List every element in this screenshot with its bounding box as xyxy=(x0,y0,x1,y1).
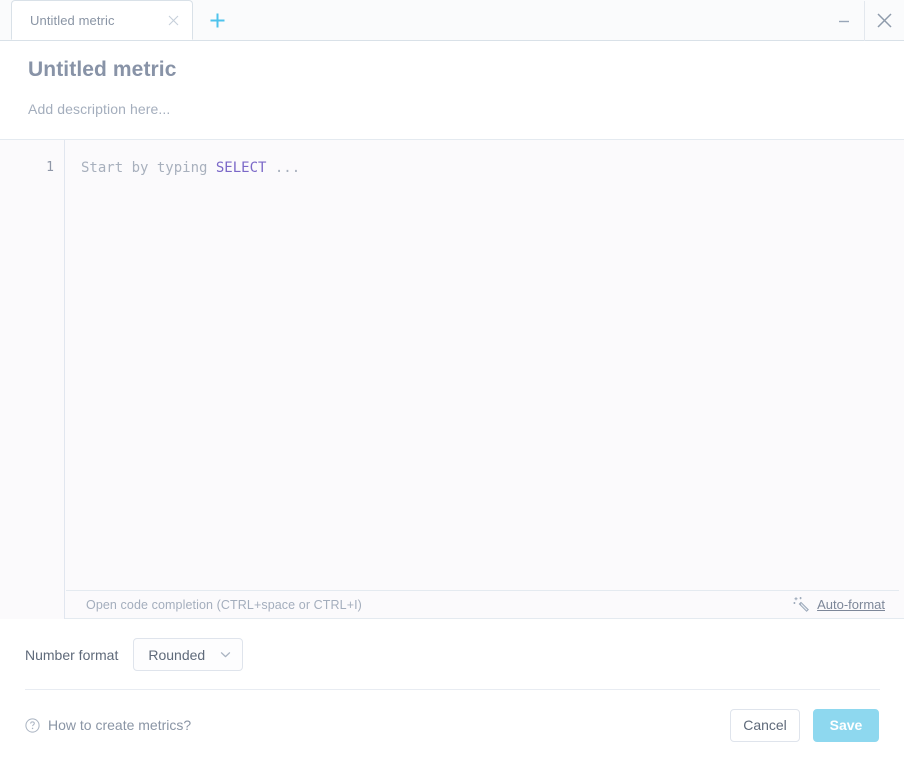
editor-status-bar: Open code completion (CTRL+space or CTRL… xyxy=(66,590,899,618)
auto-format-label: Auto-format xyxy=(817,597,885,612)
number-format-label: Number format xyxy=(25,646,119,663)
metric-header: Untitled metric Add description here... xyxy=(0,41,904,140)
footer-buttons: Cancel Save xyxy=(730,708,879,742)
placeholder-prefix: Start by typing xyxy=(81,160,216,176)
number-format-row: Number format Rounded xyxy=(0,620,904,689)
tab-bar: Untitled metric xyxy=(0,0,904,41)
dialog-footer: How to create metrics? Cancel Save xyxy=(0,690,904,760)
metric-editor-window: Untitled metric Untitled metric Add desc… xyxy=(0,0,904,760)
plus-icon xyxy=(210,13,224,27)
tab-close-icon[interactable] xyxy=(164,11,182,29)
chevron-down-icon xyxy=(219,648,232,661)
editor-placeholder: Start by typing SELECT ... xyxy=(81,159,899,177)
tab-label: Untitled metric xyxy=(30,12,115,28)
editor-gutter: 1 xyxy=(0,140,65,619)
placeholder-suffix: ... xyxy=(266,160,301,176)
tab-untitled-metric[interactable]: Untitled metric xyxy=(11,0,193,40)
page-title[interactable]: Untitled metric xyxy=(28,58,876,82)
auto-format-button[interactable]: Auto-format xyxy=(793,596,885,613)
number-format-value: Rounded xyxy=(148,646,206,663)
help-label: How to create metrics? xyxy=(48,717,192,733)
description-input[interactable]: Add description here... xyxy=(28,101,876,117)
minimize-icon xyxy=(839,20,849,22)
line-number: 1 xyxy=(46,160,54,175)
new-tab-button[interactable] xyxy=(193,0,241,40)
close-button[interactable] xyxy=(864,0,904,41)
magic-wand-icon xyxy=(793,596,810,613)
question-circle-icon xyxy=(25,717,40,733)
sql-code-input[interactable]: Start by typing SELECT ... xyxy=(66,140,899,590)
close-icon xyxy=(877,13,892,28)
code-completion-hint: Open code completion (CTRL+space or CTRL… xyxy=(86,597,362,612)
placeholder-keyword: SELECT xyxy=(215,160,267,176)
sql-editor: 1 Start by typing SELECT ... Open code c… xyxy=(0,140,904,619)
window-controls xyxy=(824,0,904,41)
save-button[interactable]: Save xyxy=(813,708,879,742)
number-format-select[interactable]: Rounded xyxy=(133,638,244,671)
how-to-create-metrics-link[interactable]: How to create metrics? xyxy=(25,717,191,733)
cancel-button[interactable]: Cancel xyxy=(730,708,800,742)
minimize-button[interactable] xyxy=(824,1,864,41)
